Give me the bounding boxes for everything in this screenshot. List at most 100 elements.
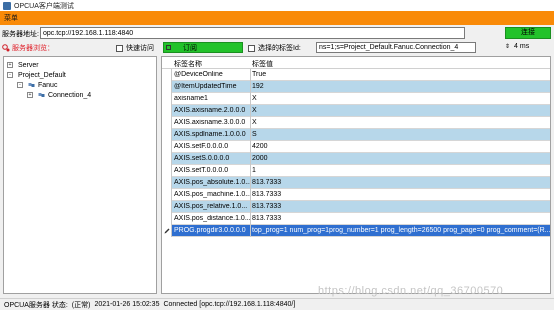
row-header[interactable]: [162, 105, 172, 117]
menu-item-menu[interactable]: 菜单: [4, 13, 18, 23]
column-divider: [250, 117, 251, 129]
subscribe-icon: [166, 45, 171, 50]
expand-icon[interactable]: +: [7, 62, 13, 68]
tag-icon: [248, 44, 255, 52]
cell-tag-name[interactable]: AXIS.pos_absolute.1.0...: [174, 179, 250, 186]
tree-node-server[interactable]: + Server: [7, 60, 39, 70]
cell-tag-name[interactable]: AXIS.spdlname.1.0.0.0: [174, 131, 250, 138]
table-row[interactable]: AXIS.pos_absolute.1.0... 813.7333: [162, 177, 550, 189]
tree-node-label: Connection_4: [48, 91, 92, 99]
connect-button[interactable]: 连接: [505, 27, 551, 39]
grid-header: 标签名称 标签值: [162, 57, 550, 69]
cell-tag-name[interactable]: AXIS.setS.0.0.0.0: [174, 155, 250, 162]
selected-tag-field[interactable]: ns=1;s=Project_Default.Fanuc.Connection_…: [316, 42, 476, 53]
row-header[interactable]: [162, 201, 172, 213]
row-header[interactable]: [162, 189, 172, 201]
row-header[interactable]: [162, 69, 172, 81]
quick-access-checkbox[interactable]: [116, 44, 123, 52]
row-header[interactable]: [162, 165, 172, 177]
table-row[interactable]: AXIS.setF.0.0.0.0 4200: [162, 141, 550, 153]
cell-tag-value[interactable]: True: [252, 71, 266, 78]
cell-tag-name[interactable]: AXIS.setF.0.0.0.0: [174, 143, 250, 150]
pencil-icon: [164, 228, 170, 234]
column-divider: [250, 141, 251, 153]
row-header[interactable]: [162, 129, 172, 141]
cell-tag-name[interactable]: @DeviceOnline: [174, 71, 250, 78]
table-row[interactable]: AXIS.spdlname.1.0.0.0 S: [162, 129, 550, 141]
tree-node-label: Server: [18, 61, 39, 69]
toolbar-row: 服务器浏览： 快速访问 订阅 选择的标签Id: ns=1;s=Project_D…: [0, 42, 554, 54]
cell-tag-value[interactable]: 813.7333: [252, 179, 281, 186]
cell-tag-value[interactable]: 813.7333: [252, 215, 281, 222]
subscribe-button[interactable]: 订阅: [163, 42, 243, 53]
column-divider: [250, 81, 251, 93]
selected-tag-text: 选择的标签Id:: [258, 45, 301, 52]
interval-stepper[interactable]: ⇕ 4 ms: [505, 43, 529, 50]
spin-arrows-icon[interactable]: ⇕: [505, 43, 510, 50]
cell-tag-value[interactable]: 1: [252, 167, 256, 174]
cell-tag-value[interactable]: 192: [252, 83, 264, 90]
table-row[interactable]: axisname1 X: [162, 93, 550, 105]
cell-tag-name[interactable]: AXIS.axisname.3.0.0.0: [174, 119, 250, 126]
row-header[interactable]: [162, 93, 172, 105]
cell-tag-value[interactable]: 4200: [252, 143, 268, 150]
column-divider: [250, 213, 251, 225]
cell-tag-name[interactable]: axisname1: [174, 95, 250, 102]
cell-tag-value[interactable]: top_prog=1 num_prog=1prog_number=1 prog_…: [252, 227, 550, 234]
column-header-tag-value[interactable]: 标签值: [252, 59, 273, 69]
quick-access-option[interactable]: 快速访问: [116, 43, 154, 53]
row-header[interactable]: [162, 153, 172, 165]
server-browse-label: 服务器浏览：: [2, 43, 54, 53]
collapse-icon[interactable]: -: [7, 72, 13, 78]
cell-tag-value[interactable]: X: [252, 107, 257, 114]
cell-tag-name[interactable]: AXIS.axisname.2.0.0.0: [174, 107, 250, 114]
row-header[interactable]: [162, 213, 172, 225]
server-row: 服务器地址: 连接: [0, 26, 554, 41]
cell-tag-value[interactable]: X: [252, 119, 257, 126]
connection-icon: [38, 93, 45, 97]
table-row[interactable]: @ItemUpdatedTime 192: [162, 81, 550, 93]
quick-access-label: 快速访问: [126, 45, 154, 52]
tree-node-fanuc[interactable]: - Fanuc: [17, 80, 57, 90]
cell-tag-value[interactable]: S: [252, 131, 257, 138]
cell-tag-value[interactable]: 2000: [252, 155, 268, 162]
cell-tag-name[interactable]: AXIS.setT.0.0.0.0: [174, 167, 250, 174]
browse-icon: [2, 44, 10, 52]
expand-icon[interactable]: +: [27, 92, 33, 98]
server-tree[interactable]: + Server - Project_Default - Fanuc + Con…: [3, 56, 157, 294]
table-row[interactable]: AXIS.axisname.2.0.0.0 X: [162, 105, 550, 117]
table-row[interactable]: AXIS.pos_relative.1.0... 813.7333: [162, 201, 550, 213]
cell-tag-value[interactable]: X: [252, 95, 257, 102]
cell-tag-value[interactable]: 813.7333: [252, 203, 281, 210]
tree-node-connection-4[interactable]: + Connection_4: [27, 90, 91, 100]
row-header[interactable]: [162, 141, 172, 153]
cell-tag-value[interactable]: 813.7333: [252, 191, 281, 198]
table-row[interactable]: AXIS.setT.0.0.0.0 1: [162, 165, 550, 177]
tag-value-grid[interactable]: 标签名称 标签值 @DeviceOnline True @ItemUpdatedTi…: [161, 56, 551, 294]
subscribe-label: 订阅: [183, 44, 197, 52]
table-row[interactable]: AXIS.pos_machine.1.0... 813.7333: [162, 189, 550, 201]
table-row[interactable]: AXIS.pos_distance.1.0... 813.7333: [162, 213, 550, 225]
row-header[interactable]: [162, 177, 172, 189]
table-row[interactable]: PROG.progdir3.0.0.0.0 top_prog=1 num_prog…: [162, 225, 550, 237]
cell-tag-name[interactable]: @ItemUpdatedTime: [174, 83, 250, 90]
server-address-input[interactable]: [40, 27, 465, 39]
status-state: (正常): [71, 301, 91, 309]
cell-tag-name[interactable]: AXIS.pos_distance.1.0...: [174, 215, 250, 222]
tree-node-project-default[interactable]: - Project_Default: [7, 70, 66, 80]
row-header[interactable]: [162, 117, 172, 129]
column-divider: [250, 165, 251, 177]
row-header[interactable]: [162, 81, 172, 93]
column-divider: [250, 153, 251, 165]
cell-tag-name[interactable]: AXIS.pos_relative.1.0...: [174, 203, 250, 210]
column-divider: [250, 189, 251, 201]
row-header[interactable]: [162, 225, 172, 237]
table-row[interactable]: AXIS.axisname.3.0.0.0 X: [162, 117, 550, 129]
table-row[interactable]: AXIS.setS.0.0.0.0 2000: [162, 153, 550, 165]
column-header-tag-name[interactable]: 标签名称: [174, 59, 202, 69]
collapse-icon[interactable]: -: [17, 82, 23, 88]
table-row[interactable]: @DeviceOnline True: [162, 69, 550, 81]
tree-node-label: Fanuc: [38, 81, 58, 89]
cell-tag-name[interactable]: AXIS.pos_machine.1.0...: [174, 191, 250, 198]
cell-tag-name[interactable]: PROG.progdir3.0.0.0.0: [174, 227, 250, 234]
